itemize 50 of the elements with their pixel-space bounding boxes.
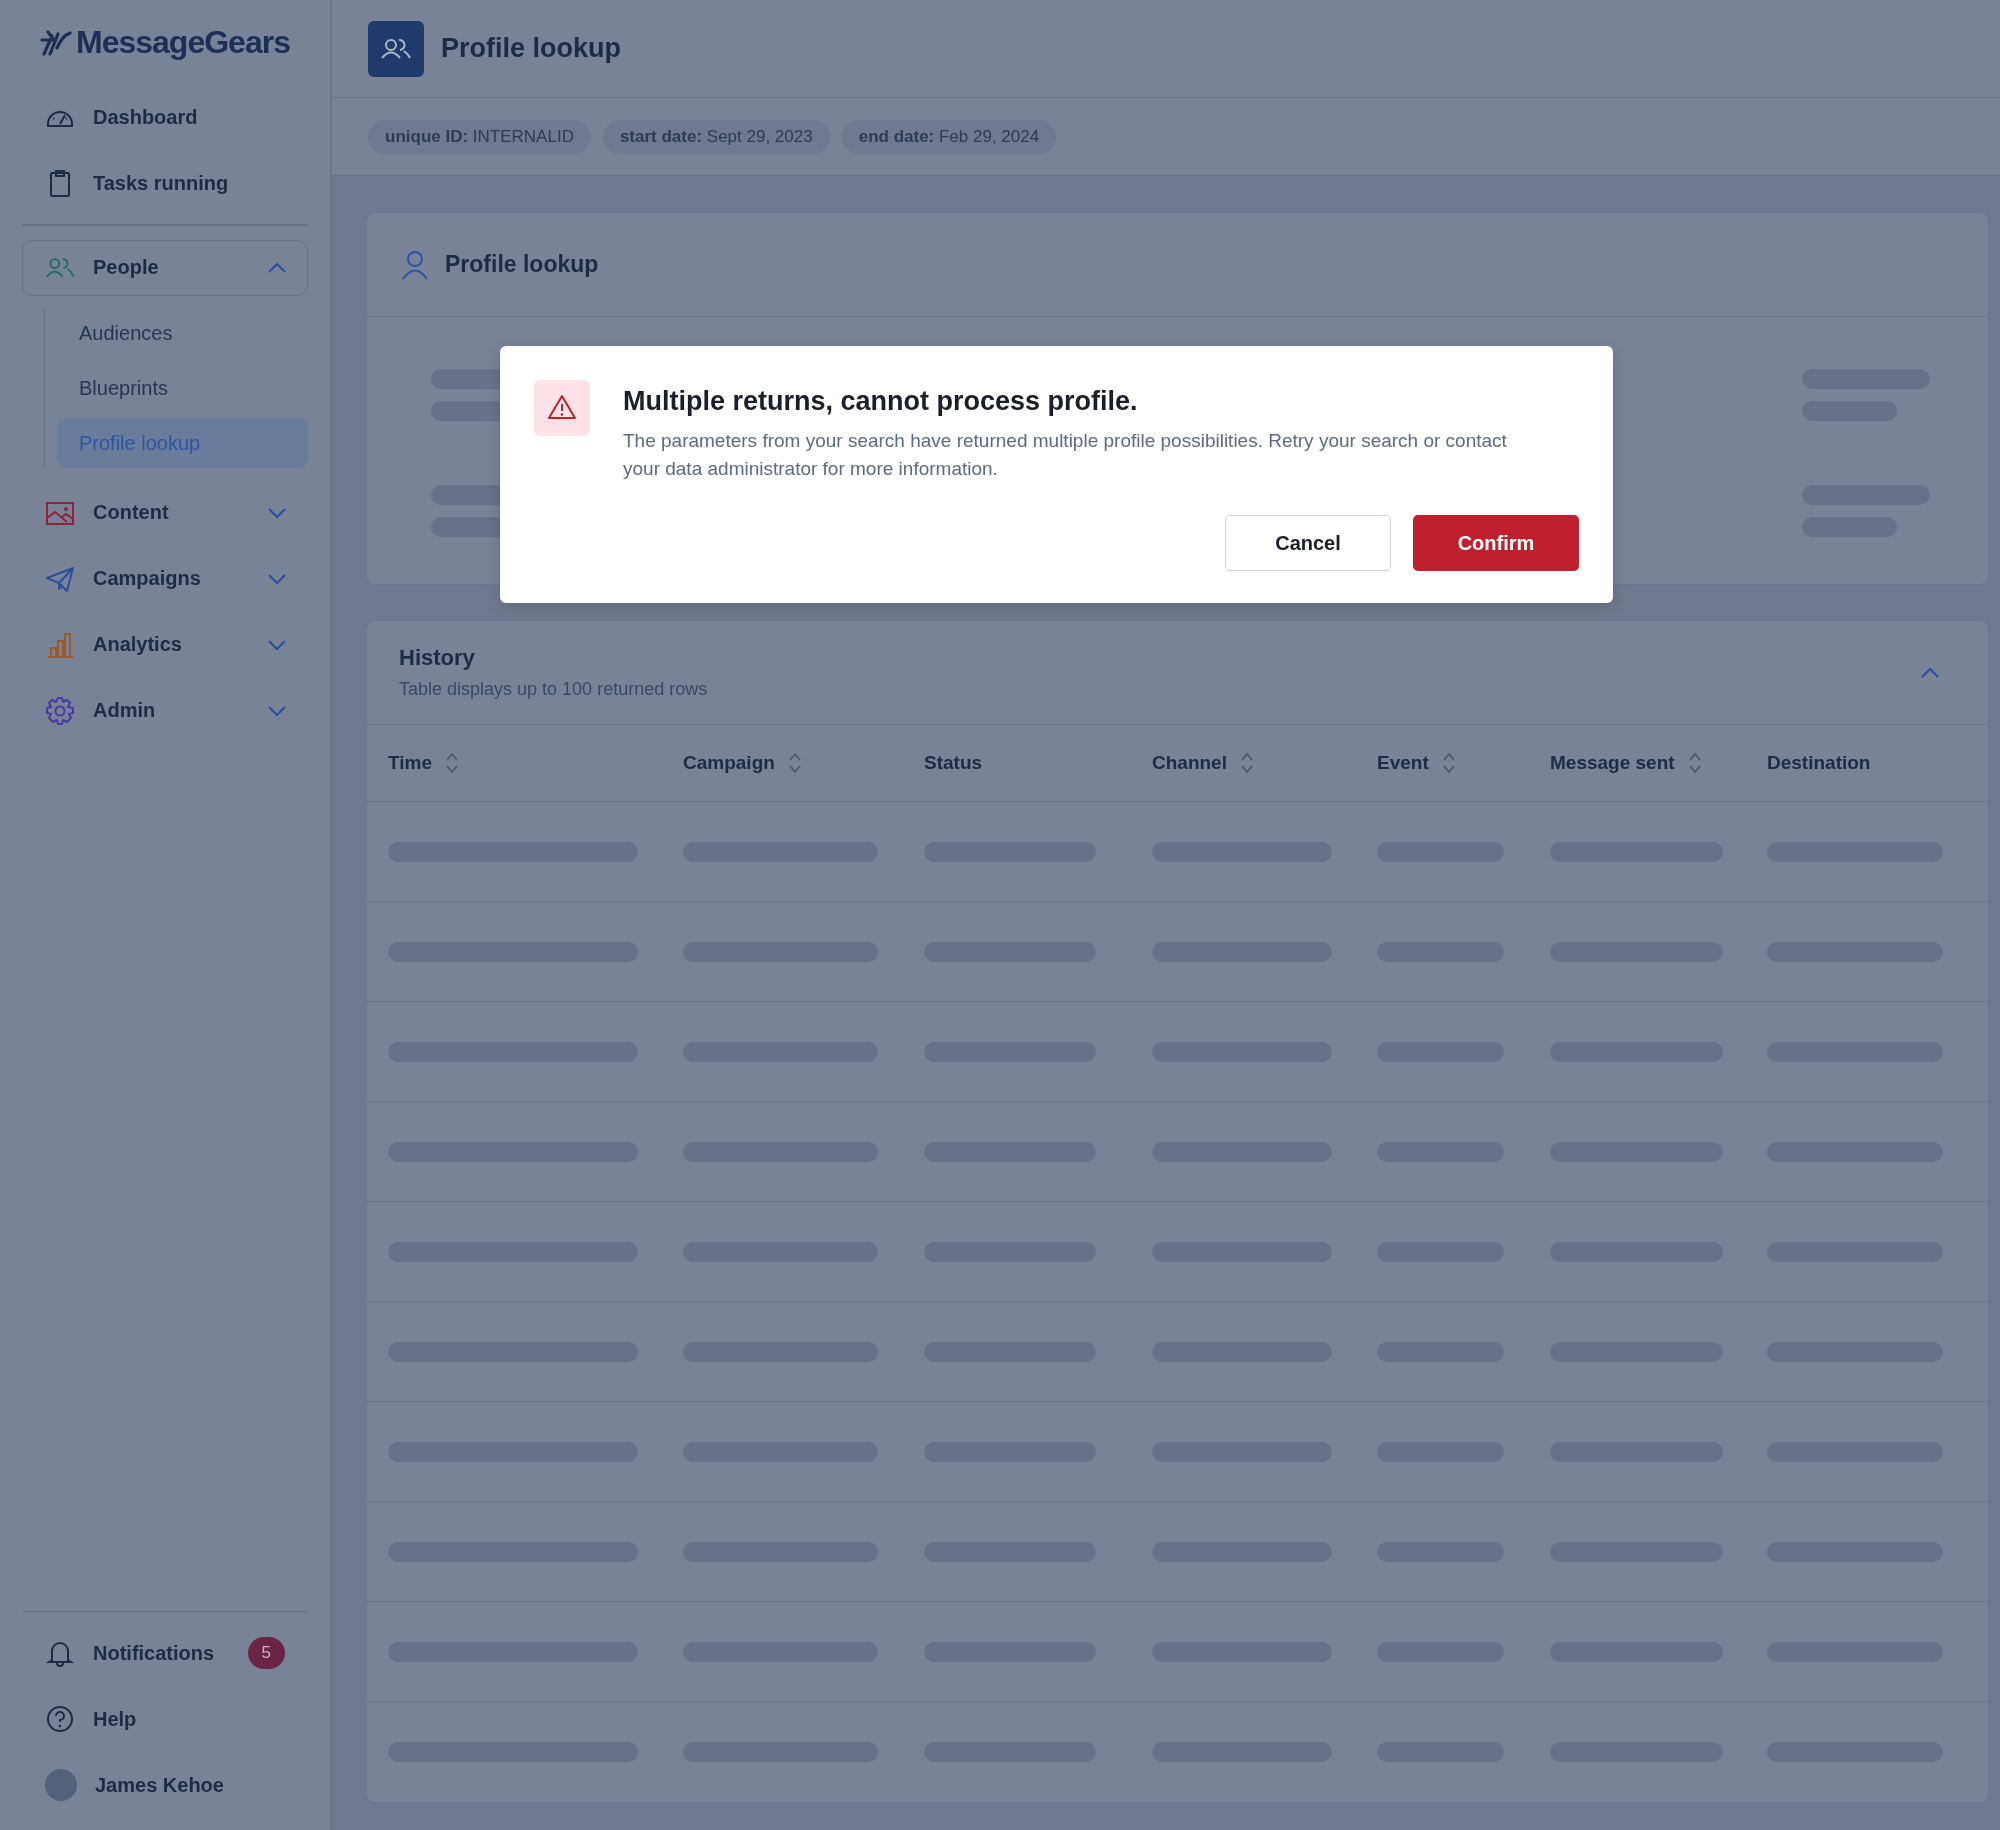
nav-item[interactable]: Notifications 5 [22,1620,308,1686]
logo-mark-icon [40,28,72,56]
chevron-down-icon [267,704,287,717]
nav-item[interactable]: Help [22,1686,308,1752]
column-header: Event [1377,752,1429,774]
nav-item[interactable]: Dashboard [22,84,308,150]
page-title: Profile lookup [441,33,621,64]
chevron-down-icon [267,572,287,585]
filter-chip: start date: Sept 29, 2023 [602,119,830,154]
nav-item[interactable]: Analytics [22,611,308,678]
chevron-down-icon [267,638,287,651]
column-header: Status [924,752,983,774]
user-menu[interactable]: James Kehoe [22,1752,308,1818]
nav-subitem[interactable]: Audiences [57,307,308,358]
sort-icon[interactable] [446,752,458,774]
column-header: Destination [1767,752,1871,774]
people-icon [368,20,424,77]
nav-subitem[interactable]: Blueprints [57,362,308,413]
confirm-button[interactable]: Confirm [1413,515,1579,571]
column-header: Channel [1152,752,1227,774]
sort-icon[interactable] [788,752,801,774]
sort-icon[interactable] [1688,752,1701,774]
column-header: Campaign [683,752,775,774]
card-title: History [399,645,476,671]
card-title: Profile lookup [445,251,599,278]
filter-chip: end date: Feb 29, 2024 [841,119,1057,154]
logo-wordmark: MessageGears [76,23,290,61]
dialog-title: Multiple returns, cannot process profile. [623,386,1139,417]
sort-icon[interactable] [1240,752,1253,774]
nav-item[interactable]: Admin [22,677,308,744]
sort-icon[interactable] [1442,752,1455,774]
card-subtitle: Table displays up to 100 returned rows [399,679,709,700]
cancel-button[interactable]: Cancel [1225,515,1391,571]
help-icon [45,1704,75,1734]
notification-count-badge: 5 [247,1637,285,1669]
person-icon [401,249,429,280]
column-header: Time [388,752,432,774]
nav-item[interactable]: Content [22,479,308,546]
filter-chip: unique ID: INTERNALID [368,119,591,154]
avatar [45,1769,77,1801]
chevron-down-icon [267,506,287,519]
nav-item[interactable]: People [22,239,308,296]
warning-icon [534,380,590,436]
dialog-message: The parameters from your search have returned multiple profile possibilities. Retry your search or contact your data administrator for more information. [623,429,1508,481]
nav-item[interactable]: Campaigns [22,545,308,612]
nav-item[interactable]: Tasks running [22,150,308,216]
column-header: Message sent [1550,752,1675,774]
gear-icon [45,695,75,726]
chevron-up-icon [267,261,287,274]
collapse-button[interactable] [1920,666,1940,679]
